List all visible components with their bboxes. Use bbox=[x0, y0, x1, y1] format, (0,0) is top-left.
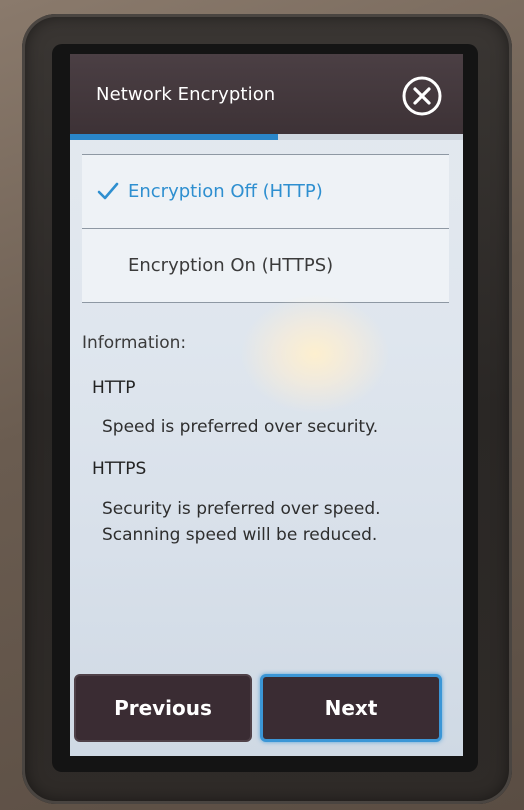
title-bar: Network Encryption bbox=[70, 54, 463, 134]
next-button[interactable]: Next bbox=[260, 674, 442, 742]
touch-screen: Network Encryption Encryption Off (HTTP)… bbox=[70, 54, 463, 756]
previous-button-label: Previous bbox=[114, 696, 212, 720]
close-circle-icon bbox=[402, 76, 442, 116]
encryption-option-list: Encryption Off (HTTP) Encryption On (HTT… bbox=[82, 154, 449, 303]
close-button[interactable] bbox=[402, 76, 442, 116]
info-desc-http: Speed is preferred over security. bbox=[102, 414, 378, 440]
option-label: Encryption On (HTTPS) bbox=[128, 255, 334, 276]
info-desc-line: Security is preferred over speed. bbox=[102, 499, 381, 519]
info-desc-https: Security is preferred over speed. Scanni… bbox=[102, 496, 381, 548]
information-heading: Information: bbox=[82, 333, 187, 353]
option-encryption-on[interactable]: Encryption On (HTTPS) bbox=[82, 228, 449, 302]
checkmark-icon bbox=[97, 182, 119, 200]
info-desc-line: Scanning speed will be reduced. bbox=[102, 525, 378, 545]
info-title-https: HTTPS bbox=[92, 459, 147, 479]
option-label: Encryption Off (HTTP) bbox=[128, 181, 323, 202]
progress-fill bbox=[70, 134, 279, 140]
option-encryption-off[interactable]: Encryption Off (HTTP) bbox=[82, 155, 449, 228]
next-button-label: Next bbox=[324, 696, 378, 720]
progress-bar bbox=[70, 134, 463, 140]
info-title-http: HTTP bbox=[92, 378, 136, 398]
info-desc-line: Speed is preferred over security. bbox=[102, 417, 379, 437]
previous-button[interactable]: Previous bbox=[74, 674, 252, 742]
page-title: Network Encryption bbox=[96, 84, 276, 105]
light-glare bbox=[240, 294, 390, 414]
